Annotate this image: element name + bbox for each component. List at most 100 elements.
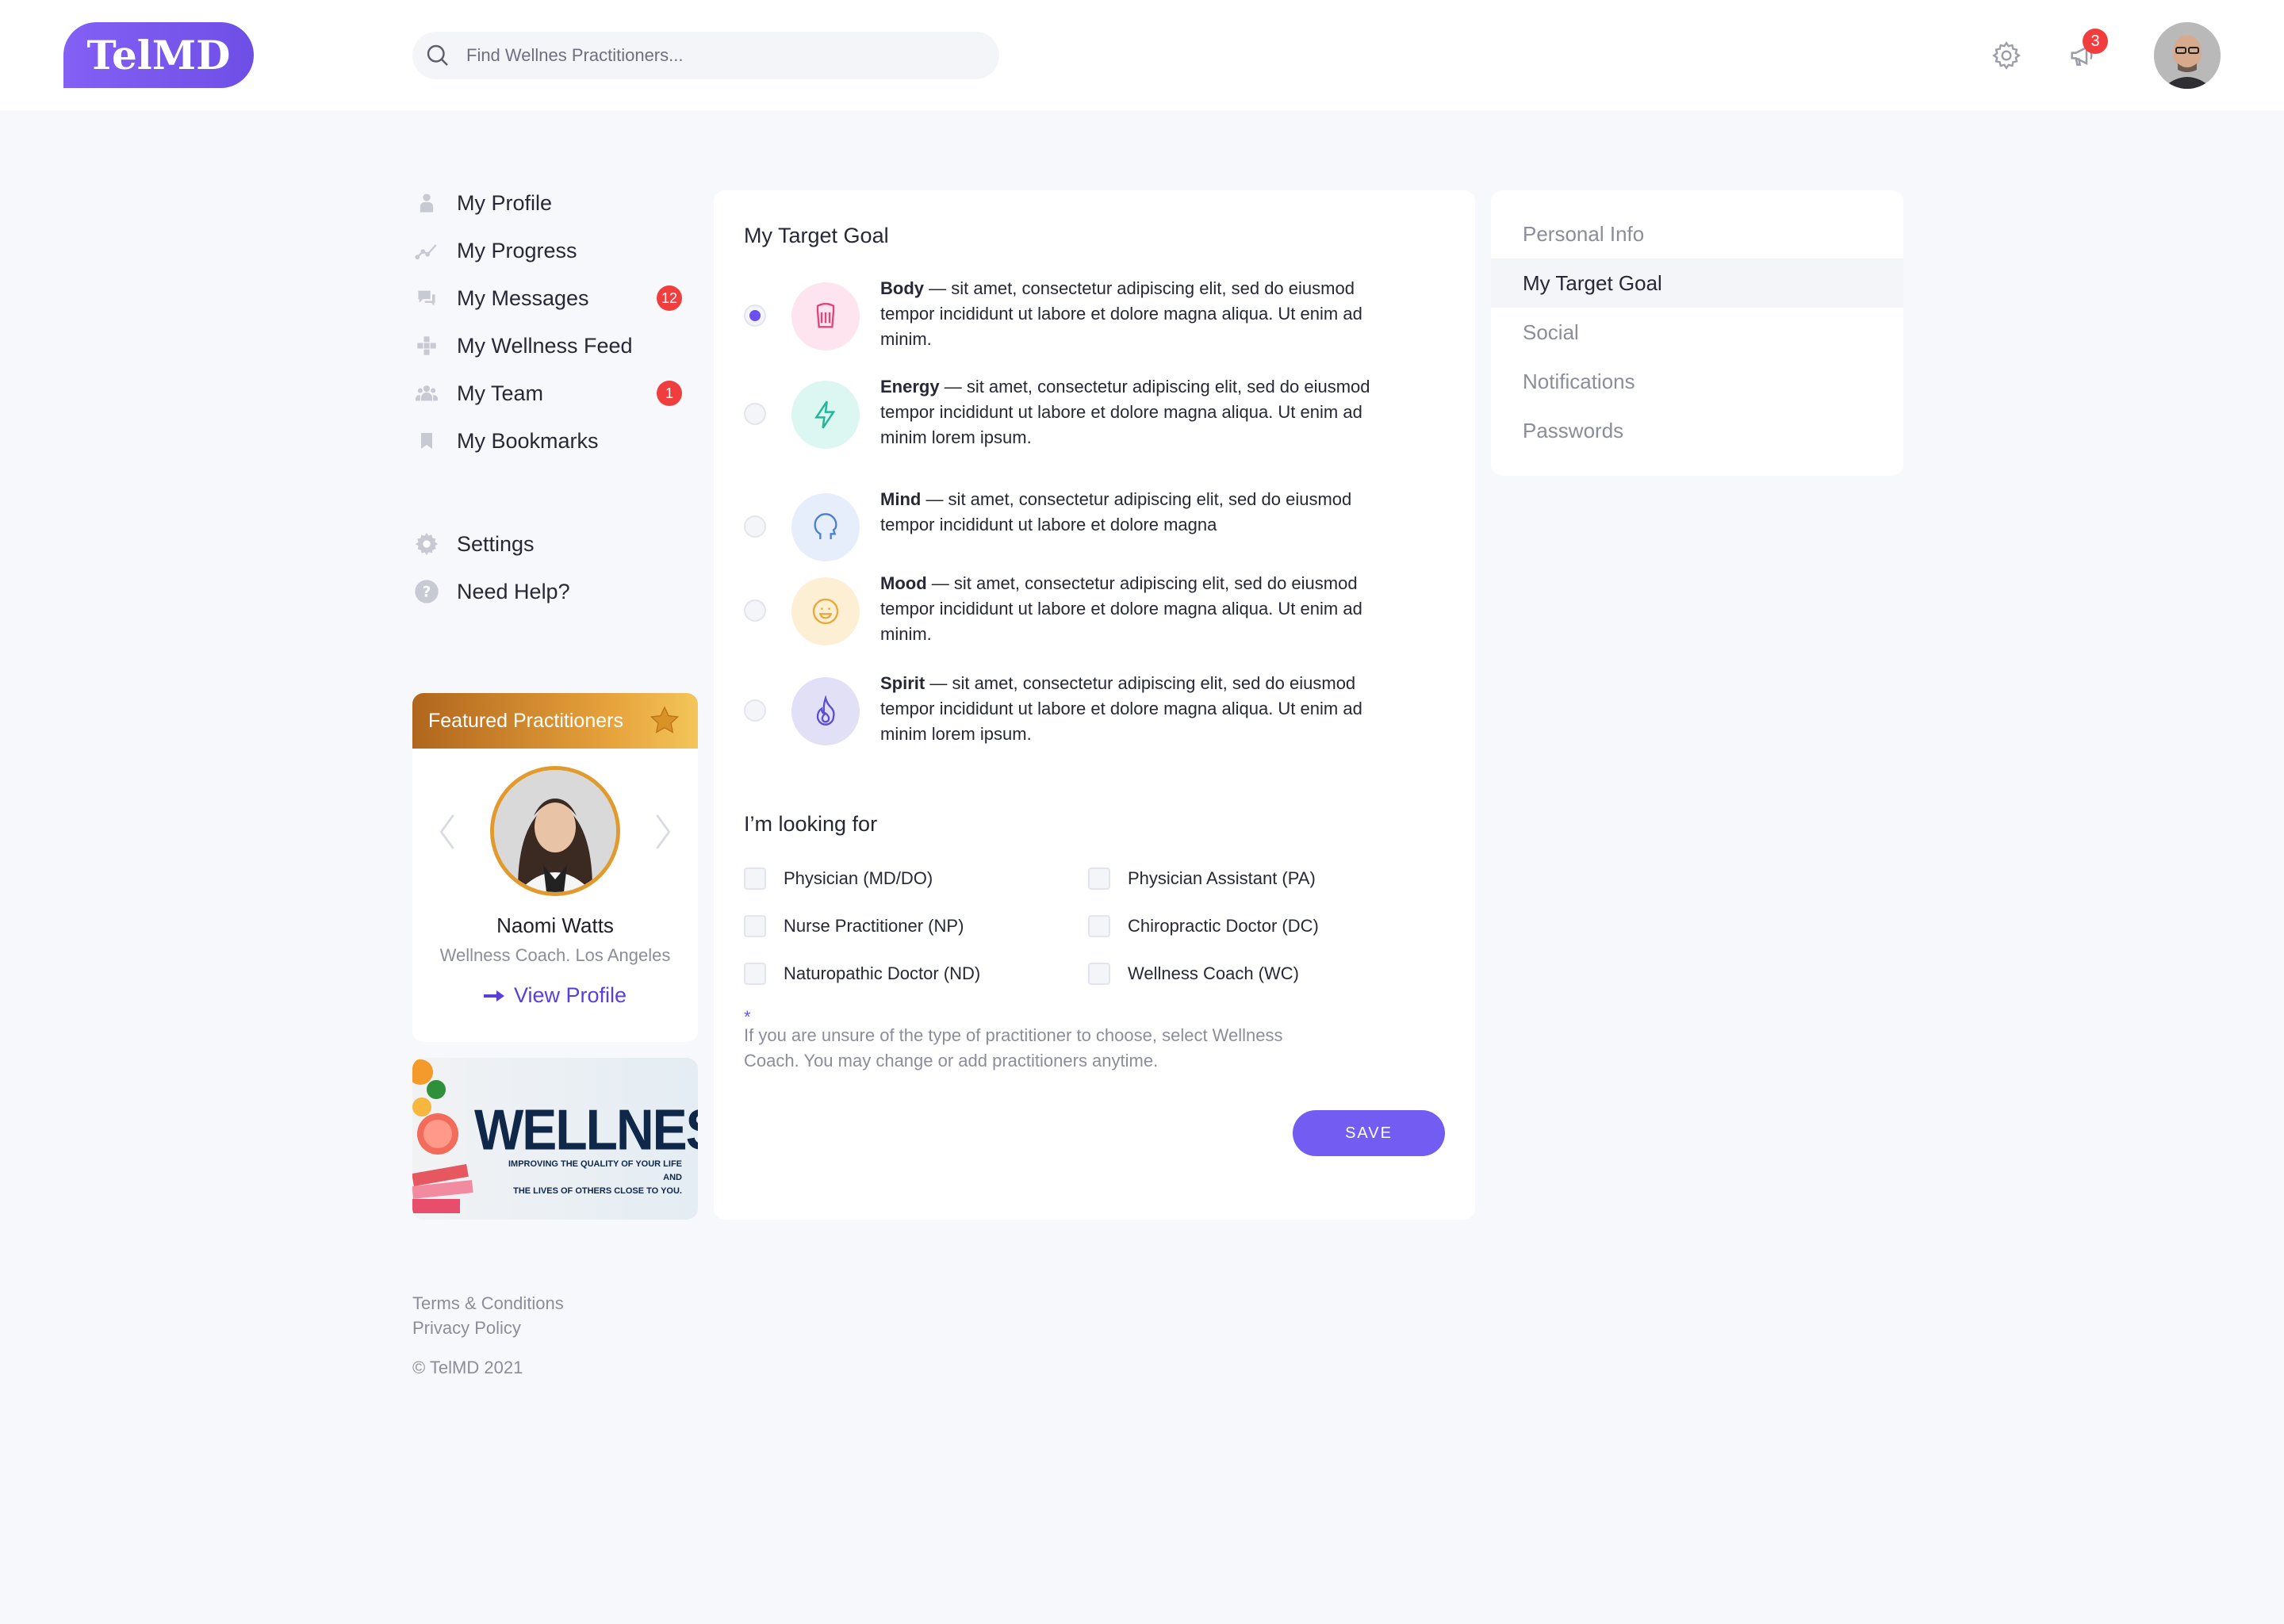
goal-text-spirit: Spirit — sit amet, consectetur adipiscin…	[880, 671, 1396, 747]
primary-nav: My Profile My Progress My Messages 12 My…	[412, 179, 698, 465]
practitioner-subtitle: Wellness Coach. Los Angeles	[439, 945, 671, 965]
settings-nav-social[interactable]: Social	[1491, 308, 1903, 357]
option-label: Wellness Coach (WC)	[1128, 963, 1299, 983]
person-icon	[412, 189, 441, 217]
settings-nav-passwords[interactable]: Passwords	[1491, 406, 1903, 455]
terms-link[interactable]: Terms & Conditions	[412, 1291, 564, 1316]
flame-icon	[791, 677, 860, 745]
top-bar: TelMD 3	[0, 0, 2284, 110]
save-button[interactable]: SAVE	[1293, 1110, 1445, 1156]
nav-item-my-wellness-feed[interactable]: My Wellness Feed	[412, 322, 698, 370]
wellness-heading: WELLNESS	[474, 1097, 698, 1162]
goal-description: — sit amet, consectetur adipiscing elit,…	[880, 278, 1362, 349]
goal-name: Mind	[880, 489, 922, 509]
option-physician-assistant[interactable]: Physician Assistant (PA)	[1088, 868, 1316, 890]
nav-label: My Messages	[457, 285, 589, 310]
view-profile-link[interactable]: View Profile	[412, 983, 698, 1008]
goal-name: Body	[880, 278, 924, 298]
settings-nav: Personal Info My Target Goal Social Noti…	[1491, 190, 1903, 476]
smiley-icon	[791, 577, 860, 645]
practitioner-name: Naomi Watts	[496, 914, 614, 937]
goal-name: Spirit	[880, 673, 925, 693]
settings-nav-my-target-goal[interactable]: My Target Goal	[1491, 259, 1903, 308]
nav-item-settings[interactable]: Settings	[412, 520, 698, 568]
nav-label: My Wellness Feed	[457, 333, 633, 358]
checkbox[interactable]	[744, 915, 766, 937]
goal-name: Energy	[880, 377, 940, 396]
nav-label: My Profile	[457, 190, 553, 215]
bookmark-icon	[412, 427, 441, 455]
nav-label: Settings	[457, 531, 535, 556]
option-nurse-practitioner[interactable]: Nurse Practitioner (NP)	[744, 915, 964, 937]
option-physician[interactable]: Physician (MD/DO)	[744, 868, 933, 890]
goal-description: — sit amet, consectetur adipiscing elit,…	[880, 377, 1370, 447]
lightning-icon	[791, 381, 860, 449]
practitioner-note: If you are unsure of the type of practit…	[744, 1025, 1283, 1071]
search-input[interactable]	[466, 45, 942, 66]
checkbox[interactable]	[1088, 963, 1110, 985]
option-chiropractic-doctor[interactable]: Chiropractic Doctor (DC)	[1088, 915, 1319, 937]
goal-radio-mind[interactable]	[744, 515, 766, 538]
nav-item-my-profile[interactable]: My Profile	[412, 179, 698, 227]
chat-icon	[412, 284, 441, 312]
option-label: Physician (MD/DO)	[784, 868, 933, 888]
body-icon	[791, 282, 860, 350]
settings-gear-icon[interactable]	[1989, 38, 2024, 73]
goal-radio-energy[interactable]	[744, 403, 766, 425]
chevron-right-icon[interactable]	[647, 812, 679, 852]
nav-item-my-messages[interactable]: My Messages 12	[412, 274, 698, 322]
option-wellness-coach[interactable]: Wellness Coach (WC)	[1088, 963, 1299, 985]
chart-line-icon	[412, 236, 441, 265]
checkbox[interactable]	[744, 963, 766, 985]
settings-nav-notifications[interactable]: Notifications	[1491, 357, 1903, 406]
nav-item-my-bookmarks[interactable]: My Bookmarks	[412, 417, 698, 465]
goal-radio-body[interactable]	[744, 304, 766, 327]
nav-item-my-progress[interactable]: My Progress	[412, 227, 698, 274]
arrow-right-icon	[483, 990, 504, 1002]
featured-title: Featured Practitioners	[428, 709, 623, 732]
notification-badge: 3	[2083, 29, 2108, 54]
goal-text-mood: Mood — sit amet, consectetur adipiscing …	[880, 571, 1396, 647]
nav-item-need-help[interactable]: ? Need Help?	[412, 568, 698, 615]
wellness-banner[interactable]: WELLNESS IMPROVING THE QUALITY OF YOUR L…	[412, 1058, 698, 1220]
team-count-badge: 1	[657, 381, 682, 406]
checkbox[interactable]	[1088, 868, 1110, 890]
footer-links: Terms & Conditions Privacy Policy	[412, 1291, 564, 1340]
goal-radio-mood[interactable]	[744, 599, 766, 622]
target-goal-panel: My Target Goal Body — sit amet, consecte…	[714, 190, 1475, 1220]
head-icon	[791, 493, 860, 561]
goal-text-body: Body — sit amet, consectetur adipiscing …	[880, 276, 1396, 352]
settings-nav-personal-info[interactable]: Personal Info	[1491, 209, 1903, 259]
privacy-link[interactable]: Privacy Policy	[412, 1316, 564, 1340]
secondary-nav: Settings ? Need Help?	[412, 520, 698, 615]
team-icon	[412, 379, 441, 408]
nav-label: Need Help?	[457, 579, 570, 603]
checkbox[interactable]	[1088, 915, 1110, 937]
panel-title: My Target Goal	[744, 224, 889, 247]
chevron-left-icon[interactable]	[431, 812, 463, 852]
goal-radio-spirit[interactable]	[744, 699, 766, 722]
nav-label: My Progress	[457, 238, 577, 262]
option-naturopathic-doctor[interactable]: Naturopathic Doctor (ND)	[744, 963, 980, 985]
goal-text-mind: Mind — sit amet, consectetur adipiscing …	[880, 487, 1396, 538]
star-icon	[650, 706, 680, 733]
nav-item-my-team[interactable]: My Team 1	[412, 370, 698, 417]
option-label: Naturopathic Doctor (ND)	[784, 963, 981, 983]
nav-label: My Bookmarks	[457, 428, 599, 453]
looking-for-title: I’m looking for	[744, 812, 878, 836]
checkbox[interactable]	[744, 868, 766, 890]
practitioner-photo[interactable]	[490, 766, 620, 896]
wellness-tagline: IMPROVING THE QUALITY OF YOUR LIFE AND T…	[500, 1158, 682, 1198]
svg-text:?: ?	[423, 584, 431, 601]
tagline-line-1: IMPROVING THE QUALITY OF YOUR LIFE AND	[508, 1159, 682, 1182]
option-label: Nurse Practitioner (NP)	[784, 916, 964, 936]
fruit-illustration	[412, 1059, 473, 1213]
goal-description: — sit amet, consectetur adipiscing elit,…	[880, 673, 1362, 744]
featured-header: Featured Practitioners	[412, 693, 698, 749]
user-avatar[interactable]	[2154, 22, 2221, 89]
messages-count-badge: 12	[657, 285, 682, 311]
telmd-logo[interactable]: TelMD	[63, 22, 254, 88]
goal-text-energy: Energy — sit amet, consectetur adipiscin…	[880, 374, 1396, 450]
goal-description: — sit amet, consectetur adipiscing elit,…	[880, 573, 1362, 644]
gear-icon	[412, 530, 441, 558]
